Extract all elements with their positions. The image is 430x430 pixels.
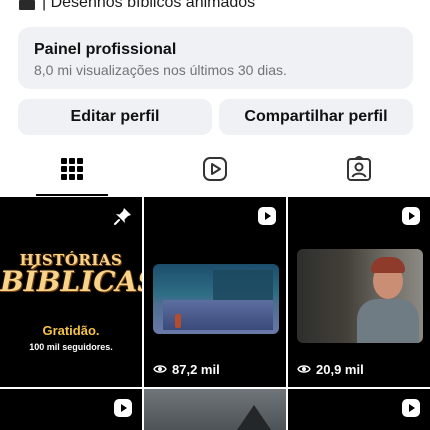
post-reel[interactable]: 87,2 mil xyxy=(144,197,286,387)
reel-icon xyxy=(401,398,421,423)
profile-tabs xyxy=(0,145,430,197)
active-tab-indicator xyxy=(36,194,108,196)
post-image[interactable] xyxy=(144,389,286,430)
reel-thumbnail xyxy=(153,264,279,334)
reel-icon xyxy=(257,206,277,231)
views-eye-icon xyxy=(153,362,167,377)
view-count: 20,9 mil xyxy=(297,362,364,377)
tab-reels[interactable] xyxy=(143,145,286,197)
bio-text: | Desenhos bíblicos animados xyxy=(42,0,256,11)
bio-line: | Desenhos bíblicos animados xyxy=(18,0,255,14)
clapperboard-icon xyxy=(18,0,36,11)
dashboard-subtitle: 8,0 mi visualizações nos últimos 30 dias… xyxy=(34,62,287,78)
edit-profile-button[interactable]: Editar perfil xyxy=(18,99,212,135)
post-subcaption: 100 mil seguidores. xyxy=(29,342,113,352)
tab-tagged[interactable] xyxy=(287,145,430,197)
post-reel[interactable] xyxy=(0,389,142,430)
logo-line-bottom: BÍBLICAS xyxy=(0,265,142,298)
professional-dashboard[interactable]: Painel profissional 8,0 mi visualizações… xyxy=(18,27,413,89)
reels-icon xyxy=(202,156,228,187)
dashboard-title: Painel profissional xyxy=(34,41,177,58)
post-pinned[interactable]: HISTÓRIAS BÍBLICAS Gratidão. 100 mil seg… xyxy=(0,197,142,387)
views-value: 87,2 mil xyxy=(172,362,220,377)
tab-grid[interactable] xyxy=(0,145,143,197)
post-reel[interactable]: 20,9 mil xyxy=(288,197,430,387)
views-value: 20,9 mil xyxy=(316,362,364,377)
grid-icon xyxy=(60,157,83,185)
views-eye-icon xyxy=(297,362,311,377)
tagged-icon xyxy=(346,154,372,187)
reel-thumbnail xyxy=(297,249,423,343)
reel-icon xyxy=(401,206,421,231)
view-count: 87,2 mil xyxy=(153,362,220,377)
reel-icon xyxy=(113,398,133,423)
posts-grid: HISTÓRIAS BÍBLICAS Gratidão. 100 mil seg… xyxy=(0,197,430,430)
share-profile-button[interactable]: Compartilhar perfil xyxy=(219,99,413,135)
post-reel[interactable] xyxy=(288,389,430,430)
post-caption: Gratidão. xyxy=(42,323,100,338)
historias-biblicas-logo: HISTÓRIAS BÍBLICAS xyxy=(0,197,142,387)
